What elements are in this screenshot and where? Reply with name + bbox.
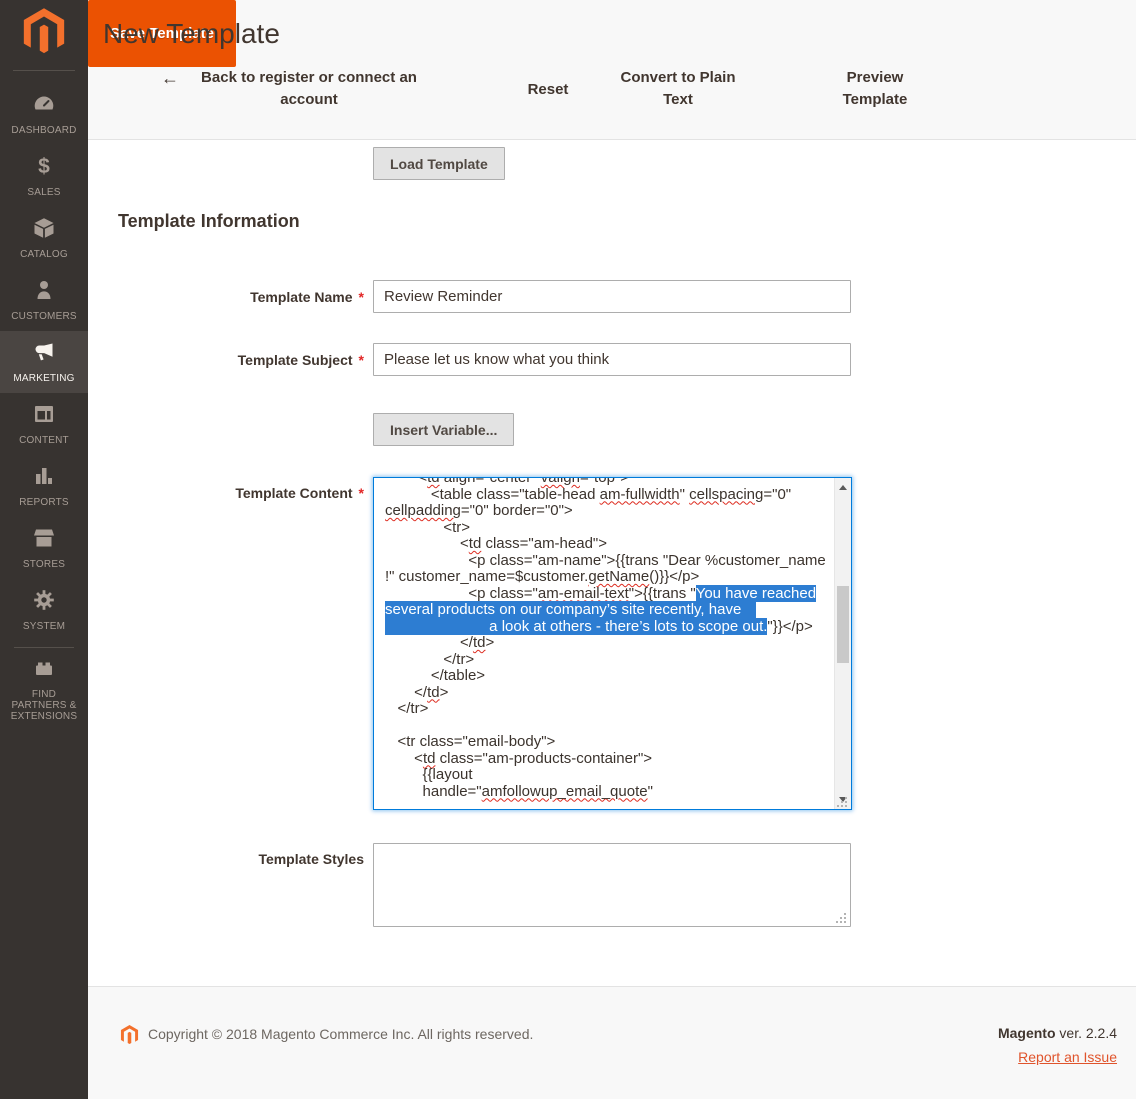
marketing-icon xyxy=(32,340,56,369)
version-text: Magento ver. 2.2.4 xyxy=(998,1025,1117,1041)
template-styles-textarea[interactable] xyxy=(373,843,851,927)
scroll-up-icon[interactable] xyxy=(835,480,851,496)
sidebar-item-marketing[interactable]: MARKETING xyxy=(0,331,88,393)
sidebar-item-reports[interactable]: REPORTS xyxy=(0,455,88,517)
sidebar-divider xyxy=(14,647,74,648)
sidebar-item-label: DASHBOARD xyxy=(11,125,76,136)
sidebar-item-stores[interactable]: STORES xyxy=(0,517,88,579)
sidebar-item-customers[interactable]: CUSTOMERS xyxy=(0,269,88,331)
copyright-text: Copyright © 2018 Magento Commerce Inc. A… xyxy=(148,1026,533,1042)
convert-to-plain-text-button[interactable]: Convert to Plain Text xyxy=(608,67,748,111)
resize-grip-icon[interactable] xyxy=(844,921,846,923)
customers-icon xyxy=(32,278,56,307)
scroll-down-icon[interactable] xyxy=(835,791,851,807)
sidebar-item-system[interactable]: SYSTEM xyxy=(0,579,88,641)
magento-admin-new-template-page: DASHBOARD $ SALES CATAL xyxy=(0,0,1136,1099)
preview-template-button[interactable]: Preview Template xyxy=(830,67,920,111)
report-an-issue-link[interactable]: Report an Issue xyxy=(1018,1049,1117,1065)
scrollbar-thumb[interactable] xyxy=(837,586,849,663)
reports-icon xyxy=(32,464,56,493)
template-content-viewport: <td align="center" valign="top"> <table … xyxy=(375,478,834,809)
back-button-label: Back to register or connect an account xyxy=(189,67,429,111)
sidebar-item-label: STORES xyxy=(23,559,65,570)
template-name-input[interactable] xyxy=(373,280,851,313)
template-content-label: Template Content* xyxy=(118,485,364,501)
sidebar-item-find-partners-extensions[interactable]: FIND PARTNERS & EXTENSIONS xyxy=(0,654,88,724)
sidebar-item-sales[interactable]: $ SALES xyxy=(0,145,88,207)
content-icon xyxy=(32,402,56,431)
template-name-label: Template Name* xyxy=(118,289,364,305)
reset-button[interactable]: Reset xyxy=(503,79,593,101)
page-title: New Template xyxy=(103,18,280,50)
sidebar-menu: DASHBOARD $ SALES CATAL xyxy=(0,71,88,724)
template-styles-label: Template Styles xyxy=(118,851,364,867)
sidebar-item-label: CONTENT xyxy=(19,435,69,446)
back-arrow-icon: ← xyxy=(161,67,179,89)
magento-logo[interactable] xyxy=(0,0,88,70)
page-footer: Copyright © 2018 Magento Commerce Inc. A… xyxy=(88,986,1136,1099)
sidebar-item-label: REPORTS xyxy=(19,497,69,508)
dashboard-icon xyxy=(32,92,56,121)
sidebar-item-content[interactable]: CONTENT xyxy=(0,393,88,455)
magento-logo-icon xyxy=(22,8,66,63)
sidebar-item-label: CATALOG xyxy=(20,249,68,260)
admin-sidebar: DASHBOARD $ SALES CATAL xyxy=(0,0,88,1099)
svg-text:$: $ xyxy=(38,155,50,178)
stores-icon xyxy=(32,526,56,555)
load-template-button[interactable]: Load Template xyxy=(373,147,505,180)
sidebar-item-label: FIND PARTNERS & EXTENSIONS xyxy=(4,689,84,722)
required-asterisk: * xyxy=(359,485,364,501)
sidebar-item-label: SYSTEM xyxy=(23,621,65,632)
sidebar-item-label: CUSTOMERS xyxy=(11,311,77,322)
scrollbar[interactable] xyxy=(834,478,851,809)
insert-variable-button[interactable]: Insert Variable... xyxy=(373,413,514,446)
extensions-icon xyxy=(32,656,56,685)
template-content-text: <td align="center" valign="top"> <table … xyxy=(385,478,834,800)
sidebar-item-catalog[interactable]: CATALOG xyxy=(0,207,88,269)
template-subject-input[interactable] xyxy=(373,343,851,376)
system-icon xyxy=(32,588,56,617)
magento-footer-icon xyxy=(120,1025,139,1051)
required-asterisk: * xyxy=(359,352,364,368)
required-asterisk: * xyxy=(359,289,364,305)
sidebar-item-label: MARKETING xyxy=(13,373,74,384)
sidebar-item-label: SALES xyxy=(27,187,60,198)
template-content-textarea[interactable]: <td align="center" valign="top"> <table … xyxy=(373,477,852,810)
catalog-icon xyxy=(32,216,56,245)
version-number: ver. 2.2.4 xyxy=(1059,1025,1117,1041)
back-button[interactable]: ← Back to register or connect an account xyxy=(150,67,440,111)
section-title: Template Information xyxy=(118,211,300,232)
page-header: New Template ← Back to register or conne… xyxy=(88,0,1136,140)
template-subject-label: Template Subject* xyxy=(118,352,364,368)
product-name: Magento xyxy=(998,1025,1056,1041)
sales-icon: $ xyxy=(32,154,56,183)
resize-grip-icon[interactable] xyxy=(845,805,847,807)
sidebar-item-dashboard[interactable]: DASHBOARD xyxy=(0,83,88,145)
